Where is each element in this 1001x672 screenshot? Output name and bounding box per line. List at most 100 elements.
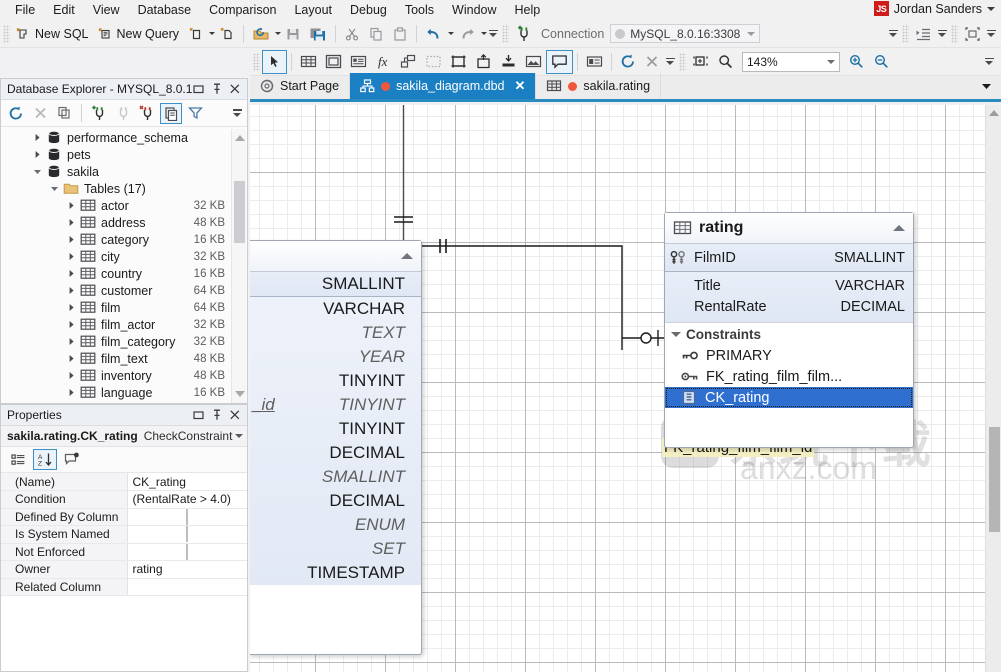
menu-item-comparison[interactable]: Comparison <box>200 0 285 20</box>
chevron-down-icon[interactable] <box>827 59 835 64</box>
database-explorer-overflow[interactable] <box>231 109 243 117</box>
duplicate-button[interactable] <box>53 103 75 124</box>
property-checkbox[interactable] <box>186 508 189 525</box>
scroll-down-icon[interactable] <box>235 391 245 397</box>
chevron-right-icon[interactable] <box>65 388 77 397</box>
chevron-down-icon[interactable] <box>987 6 995 11</box>
tree-item-film[interactable]: film 64 KB <box>2 299 233 316</box>
entity-primary-key-row[interactable]: FilmID SMALLINT <box>665 244 913 272</box>
copy-button[interactable] <box>364 22 388 46</box>
property-row[interactable]: Owner rating <box>1 560 247 579</box>
entity-column-row[interactable]: YEAR <box>250 345 421 369</box>
tree-item-customer[interactable]: customer 64 KB <box>2 282 233 299</box>
add-label-button[interactable] <box>582 50 607 74</box>
constraint-foreign-key[interactable]: FK_rating_film_film... <box>665 366 913 387</box>
entity-column-row[interactable]: VARCHAR <box>250 297 421 321</box>
new-query-button[interactable]: New Query <box>94 22 185 46</box>
pin-icon[interactable] <box>212 409 222 421</box>
scroll-up-icon[interactable] <box>989 110 999 116</box>
entity-column-row[interactable]: RentalRate DECIMAL <box>665 296 913 317</box>
tab-sakila-diagram[interactable]: sakila_diagram.dbd ✕ <box>350 73 537 99</box>
menu-item-view[interactable]: View <box>84 0 129 20</box>
properties-object-selector[interactable]: sakila.rating.CK_rating CheckConstraint <box>1 426 247 447</box>
toolbar-overflow-button-4[interactable] <box>985 29 997 38</box>
frame-tool-button[interactable] <box>446 50 471 74</box>
tree-item-film_category[interactable]: film_category 32 KB <box>2 333 233 350</box>
add-table-button[interactable] <box>296 50 321 74</box>
chevron-right-icon[interactable] <box>65 235 77 244</box>
tree-item-city[interactable]: city 32 KB <box>2 248 233 265</box>
selection-tool-button[interactable] <box>421 50 446 74</box>
menu-item-window[interactable]: Window <box>443 0 505 20</box>
connect-button[interactable] <box>88 103 110 124</box>
property-row[interactable]: Related Column <box>1 578 247 596</box>
new-document-button[interactable] <box>184 22 208 46</box>
tree-item-tables-17-[interactable]: Tables (17) <box>2 180 233 197</box>
open-folder-button[interactable] <box>248 22 274 46</box>
indent-button[interactable] <box>911 22 936 46</box>
entity-column-row[interactable]: Title VARCHAR <box>665 275 913 296</box>
stop-button[interactable] <box>29 103 51 124</box>
toolbar-grip[interactable] <box>951 24 958 43</box>
menu-item-help[interactable]: Help <box>506 0 550 20</box>
tree-item-country[interactable]: country 16 KB <box>2 265 233 282</box>
property-row[interactable]: Is System Named <box>1 525 247 544</box>
toolbar-grip[interactable] <box>3 24 10 43</box>
tab-overflow-button[interactable] <box>980 80 993 94</box>
connection-add-button[interactable] <box>511 22 537 46</box>
chevron-down-icon[interactable] <box>48 184 60 193</box>
property-value[interactable]: rating <box>127 560 247 579</box>
property-checkbox[interactable] <box>186 543 189 560</box>
search-button[interactable] <box>713 50 738 74</box>
chevron-right-icon[interactable] <box>65 269 77 278</box>
diagram-toolbar-overflow[interactable] <box>664 57 676 66</box>
alphabetical-view-button[interactable]: A Z <box>33 449 57 470</box>
entity-column-row[interactable]: TIMESTAMP <box>250 561 421 585</box>
insert-image-button[interactable] <box>521 50 546 74</box>
undo-button[interactable] <box>421 22 447 46</box>
entity-column-row[interactable]: SET <box>250 537 421 561</box>
collapse-icon[interactable] <box>893 225 905 231</box>
close-icon[interactable] <box>229 83 241 95</box>
tree-item-film_text[interactable]: film_text 48 KB <box>2 350 233 367</box>
chevron-right-icon[interactable] <box>65 252 77 261</box>
tree-item-actor[interactable]: actor 32 KB <box>2 197 233 214</box>
add-view-button[interactable] <box>321 50 346 74</box>
database-tree[interactable]: performance_schema pets sakila Tables (17) a… <box>2 129 233 403</box>
export-button[interactable] <box>471 50 496 74</box>
copy-object-button[interactable] <box>160 102 182 124</box>
categorized-view-button[interactable] <box>6 449 30 470</box>
new-file-button[interactable] <box>215 22 239 46</box>
tree-item-category[interactable]: category 16 KB <box>2 231 233 248</box>
add-note-button[interactable] <box>346 50 371 74</box>
property-value[interactable] <box>127 525 247 544</box>
chevron-down-icon[interactable] <box>747 31 756 36</box>
entity-film[interactable]: SMALLINT VARCHAR TEXT YEAR TINYINT _id TINYIN… <box>250 240 422 655</box>
restore-icon[interactable] <box>193 409 205 421</box>
restore-icon[interactable] <box>193 83 205 95</box>
toolbar-overflow-button-2[interactable] <box>887 29 899 38</box>
entity-column-row[interactable]: DECIMAL <box>250 489 421 513</box>
toolbar-grip[interactable] <box>902 24 909 43</box>
entity-column-row[interactable]: ENUM <box>250 513 421 537</box>
remove-connection-button[interactable] <box>136 103 158 124</box>
chevron-right-icon[interactable] <box>65 371 77 380</box>
menu-item-debug[interactable]: Debug <box>341 0 396 20</box>
cut-button[interactable] <box>340 22 364 46</box>
user-account[interactable]: JS Jordan Sanders <box>873 1 995 16</box>
chevron-right-icon[interactable] <box>31 133 43 142</box>
save-all-button[interactable] <box>305 22 331 46</box>
property-row[interactable]: Condition (RentalRate > 4.0) <box>1 490 247 509</box>
filter-button[interactable] <box>184 103 206 124</box>
entity-column-row[interactable]: TINYINT <box>250 369 421 393</box>
property-row[interactable]: Defined By Column <box>1 508 247 526</box>
entity-header[interactable] <box>250 241 421 272</box>
zoom-level-select[interactable]: 143% <box>742 51 840 72</box>
canvas-scrollbar[interactable] <box>985 105 1001 672</box>
entity-column-row[interactable]: SMALLINT <box>250 465 421 489</box>
add-comment-button[interactable] <box>546 49 573 74</box>
tree-item-inventory[interactable]: inventory 48 KB <box>2 367 233 384</box>
tree-item-pets[interactable]: pets <box>2 146 233 163</box>
chevron-right-icon[interactable] <box>31 150 43 159</box>
paste-button[interactable] <box>388 22 412 46</box>
